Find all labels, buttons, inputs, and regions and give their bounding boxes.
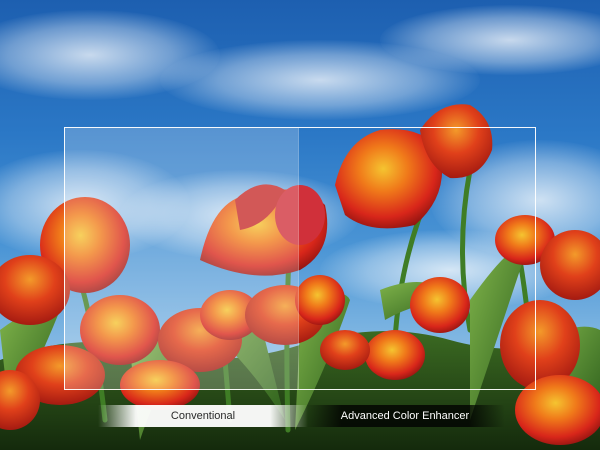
conventional-label: Conventional [98, 405, 308, 427]
comparison-frame [64, 127, 536, 390]
photo-scene: Conventional Advanced Color Enhancer [0, 0, 600, 450]
advanced-color-enhancer-label: Advanced Color Enhancer [305, 405, 505, 427]
comparison-divider [298, 127, 299, 390]
